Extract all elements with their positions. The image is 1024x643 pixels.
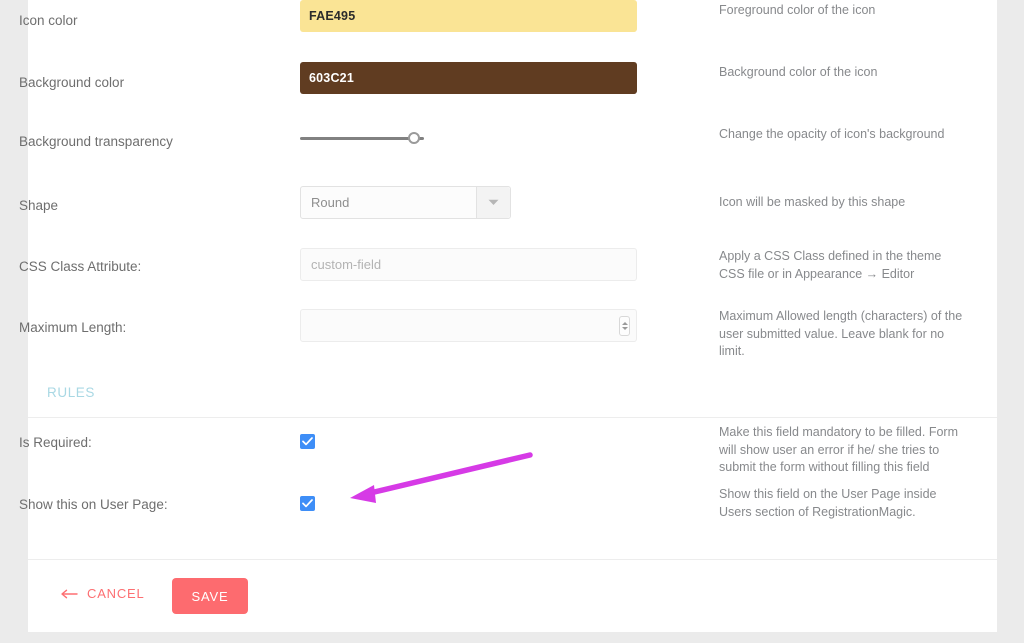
icon-color-swatch[interactable]: FAE495: [300, 0, 637, 32]
maximum-length-control[interactable]: [300, 309, 637, 342]
number-stepper[interactable]: [619, 315, 630, 336]
cancel-button[interactable]: CANCEL: [60, 586, 145, 601]
shape-control[interactable]: Round: [300, 186, 511, 219]
transparency-slider[interactable]: [300, 128, 424, 148]
shape-select-value: Round: [311, 195, 350, 210]
is-required-checkbox[interactable]: [300, 434, 315, 449]
show-on-user-page-help: Show this field on the User Page inside …: [719, 487, 937, 519]
shape-label: Shape: [19, 198, 59, 213]
rules-section-title: RULES: [47, 385, 96, 400]
background-transparency-help: Change the opacity of icon's background: [719, 127, 945, 141]
maximum-length-label: Maximum Length:: [19, 320, 127, 335]
is-required-help: Make this field mandatory to be filled. …: [719, 425, 958, 474]
is-required-label: Is Required:: [19, 435, 92, 450]
css-class-label: CSS Class Attribute:: [19, 259, 142, 274]
stepper-up-icon[interactable]: [621, 321, 628, 325]
css-class-input[interactable]: custom-field: [300, 248, 637, 281]
show-on-user-page-label: Show this on User Page:: [19, 497, 168, 512]
shape-help: Icon will be masked by this shape: [719, 195, 906, 209]
background-color-swatch[interactable]: 603C21: [300, 62, 637, 94]
arrow-left-icon: [61, 589, 78, 598]
css-class-control[interactable]: custom-field: [300, 248, 637, 281]
icon-color-help: Foreground color of the icon: [719, 3, 876, 17]
maximum-length-input[interactable]: [300, 309, 637, 342]
background-transparency-control[interactable]: [300, 128, 424, 148]
shape-select[interactable]: Round: [300, 186, 511, 219]
maximum-length-help: Maximum Allowed length (characters) of t…: [719, 309, 963, 358]
icon-color-control[interactable]: FAE495: [300, 0, 637, 32]
stepper-down-icon[interactable]: [621, 326, 628, 330]
page-root: Icon color FAE495 Foreground color of th…: [0, 0, 1024, 643]
css-class-help: Apply a CSS Class defined in the theme C…: [719, 249, 942, 281]
background-color-label: Background color: [19, 75, 125, 90]
slider-thumb[interactable]: [408, 132, 420, 144]
slider-track: [300, 137, 424, 140]
background-color-control[interactable]: 603C21: [300, 62, 637, 94]
background-color-help: Background color of the icon: [719, 65, 878, 79]
show-on-user-page-checkbox[interactable]: [300, 496, 315, 511]
chevron-down-icon[interactable]: [476, 187, 510, 218]
icon-color-label: Icon color: [19, 13, 78, 28]
is-required-control[interactable]: [300, 434, 315, 449]
background-transparency-label: Background transparency: [19, 134, 173, 149]
save-button[interactable]: SAVE: [172, 578, 248, 614]
show-on-user-page-control[interactable]: [300, 496, 315, 511]
cancel-button-label: CANCEL: [87, 586, 145, 601]
